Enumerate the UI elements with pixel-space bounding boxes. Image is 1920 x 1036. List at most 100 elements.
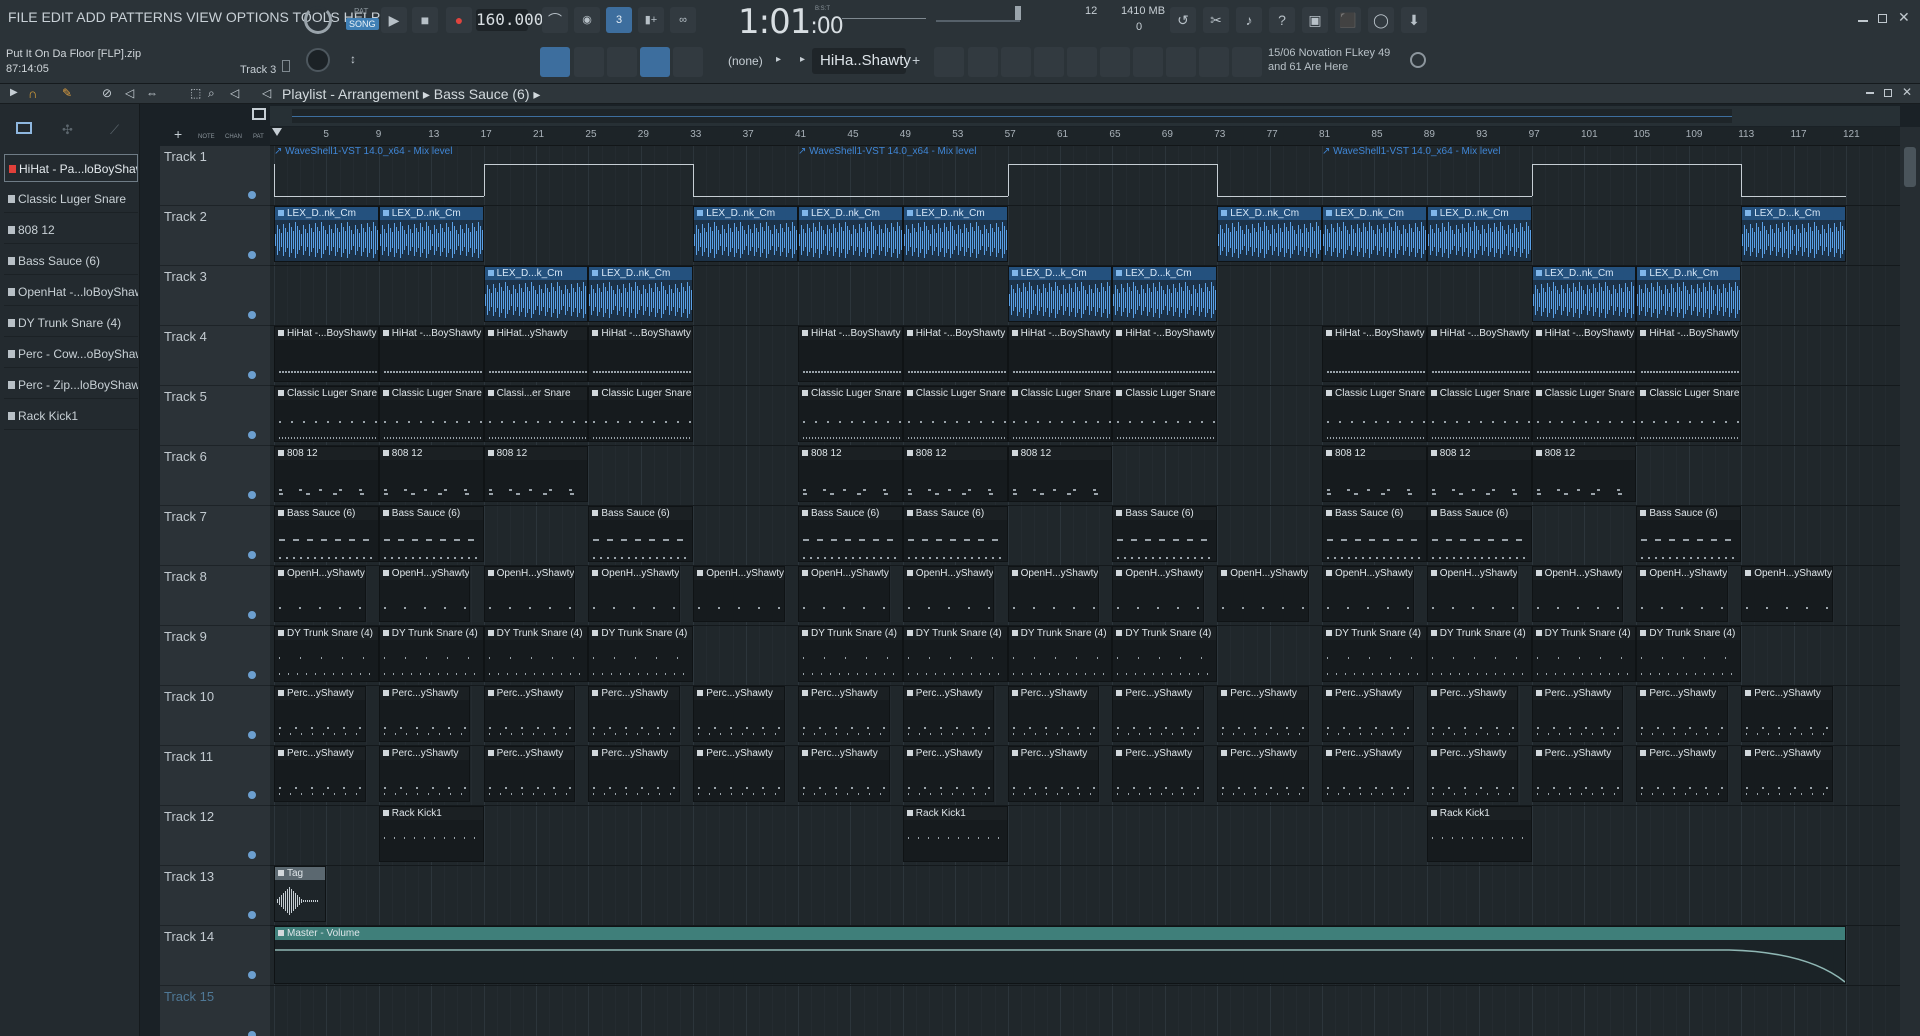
master-volume-automation-clip[interactable]: Master - Volume — [274, 926, 1846, 984]
automation-clip[interactable]: ↗ WaveShell1-VST 14.0_x64 - Mix level — [274, 146, 452, 159]
menu-options[interactable]: OPTIONS — [226, 9, 289, 25]
pattern-item[interactable]: DY Trunk Snare (4) — [4, 309, 138, 337]
channel-rack-icon[interactable] — [934, 47, 964, 77]
paint-tool-icon[interactable]: ✎ — [62, 86, 72, 100]
pattern-clip[interactable]: HiHat -...BoyShawty — [1007, 326, 1113, 382]
track-header[interactable]: Track 6 — [160, 446, 270, 506]
knob-icon[interactable] — [306, 48, 330, 72]
pattern-clip[interactable]: Perc...yShawty — [693, 746, 785, 802]
track-header[interactable]: Track 8 — [160, 566, 270, 626]
globe-icon[interactable] — [1410, 52, 1426, 68]
pattern-selector[interactable]: HiHa..Shawty — [812, 48, 911, 74]
track-header[interactable]: Track 2 — [160, 206, 270, 266]
pattern-clip[interactable]: Perc...yShawty — [1426, 686, 1519, 742]
menu-view[interactable]: VIEW — [186, 9, 222, 25]
snap-pat-label[interactable]: PAT — [253, 134, 264, 140]
select-tool-icon[interactable]: ⬚ — [190, 86, 201, 100]
pattern-clip[interactable]: 808 12 — [798, 446, 903, 502]
mute-tool-icon[interactable]: ◁ — [125, 86, 134, 100]
tag-audio-clip[interactable]: Tag — [274, 866, 326, 922]
audio-clip[interactable]: LEX_D..nk_Cm — [693, 206, 798, 262]
pattern-clip[interactable]: OpenH...yShawty — [902, 566, 995, 622]
render-icon[interactable]: ⬛ — [1335, 7, 1361, 33]
minimize-icon[interactable] — [1858, 20, 1868, 22]
pattern-clip[interactable]: DY Trunk Snare (4) — [1112, 626, 1218, 682]
panel-close-icon[interactable]: ✕ — [1902, 85, 1912, 99]
erase-tool-icon[interactable]: ⊘ — [102, 86, 112, 100]
playhead-marker-icon[interactable] — [272, 128, 282, 136]
pattern-clip[interactable]: 808 12 — [378, 446, 484, 502]
news-hint[interactable]: 15/06 Novation FLkey 49 and 61 Are Here — [1268, 46, 1390, 74]
track-header[interactable]: Track 3 — [160, 266, 270, 326]
pattern-clip[interactable]: Perc...yShawty — [588, 686, 681, 742]
stop-icon[interactable]: ■ — [412, 7, 438, 33]
panel-restore-icon[interactable] — [1884, 89, 1892, 97]
touch-keyboard-icon[interactable] — [1133, 47, 1163, 77]
piano-icon[interactable] — [16, 122, 32, 134]
tempo-display[interactable]: 160.000 — [476, 9, 543, 31]
pattern-clip[interactable]: DY Trunk Snare (4) — [588, 626, 694, 682]
track-mute-led-icon[interactable] — [248, 251, 256, 259]
pattern-clip[interactable]: Perc...yShawty — [1322, 746, 1414, 802]
vertical-scrollbar[interactable] — [1900, 127, 1920, 1036]
pattern-clip[interactable]: HiHat -...BoyShawty — [1322, 326, 1427, 382]
pattern-item[interactable]: 808 12 — [4, 216, 138, 244]
audio-clip[interactable]: LEX_D...k_Cm — [1741, 206, 1846, 262]
pattern-clip[interactable]: DY Trunk Snare (4) — [483, 626, 589, 682]
pattern-item[interactable]: Perc - Cow...oBoyShawty — [4, 340, 138, 368]
pattern-clip[interactable]: HiHat -...BoyShawty — [1636, 326, 1742, 382]
pattern-clip[interactable]: HiHat -...BoyShawty — [1531, 326, 1637, 382]
magnet-icon[interactable]: ∩ — [28, 86, 37, 101]
automation-clip[interactable]: ↗ WaveShell1-VST 14.0_x64 - Mix level — [798, 146, 976, 159]
pattern-clip[interactable]: Classic Luger Snare — [1007, 386, 1113, 442]
pattern-item[interactable]: OpenHat -...loBoyShawty — [4, 278, 138, 306]
playlist-grid[interactable]: ↗ WaveShell1-VST 14.0_x64 - Mix level ↗ W… — [270, 146, 1900, 1036]
pattern-clip[interactable]: Perc...yShawty — [1636, 686, 1729, 742]
pattern-clip[interactable]: Perc...yShawty — [1636, 746, 1729, 802]
pattern-clip[interactable]: Perc...yShawty — [483, 686, 576, 742]
piano-roll-icon[interactable] — [968, 47, 998, 77]
loop-record-icon[interactable]: ∞ — [670, 7, 696, 33]
chat-icon[interactable]: ◯ — [1368, 7, 1394, 33]
pattern-clip[interactable]: Classic Luger Snare — [378, 386, 484, 442]
pattern-clip[interactable]: Bass Sauce (6) — [1112, 506, 1218, 562]
pattern-clip[interactable]: Perc...yShawty — [1741, 746, 1833, 802]
pattern-clip[interactable]: OpenH...yShawty — [483, 566, 576, 622]
pattern-clip[interactable]: OpenH...yShawty — [693, 566, 785, 622]
pattern-clip[interactable]: DY Trunk Snare (4) — [1426, 626, 1532, 682]
audio-clip[interactable]: LEX_D..nk_Cm — [1636, 266, 1742, 322]
pattern-clip[interactable]: Perc...yShawty — [798, 746, 890, 802]
track-header[interactable]: Track 9 — [160, 626, 270, 686]
pattern-clip[interactable]: Perc...yShawty — [1217, 746, 1309, 802]
track-header[interactable]: Track 14 — [160, 926, 270, 986]
plugin-picker-icon[interactable] — [1100, 47, 1130, 77]
snap-chan-label[interactable]: CHAN — [225, 134, 242, 140]
track-header[interactable]: Track 7 — [160, 506, 270, 566]
pattern-clip[interactable]: OpenH...yShawty — [588, 566, 681, 622]
playlist-view-icon[interactable] — [1001, 47, 1031, 77]
pattern-clip[interactable]: 808 12 — [902, 446, 1008, 502]
audio-clip[interactable]: LEX_D...k_Cm — [1007, 266, 1113, 322]
pattern-clip[interactable]: Classic Luger Snare — [274, 386, 379, 442]
pattern-item[interactable]: HiHat - Pa...loBoyShawty — [4, 154, 138, 182]
pattern-clip[interactable]: HiHat -...BoyShawty — [1426, 326, 1532, 382]
pattern-clip[interactable]: Perc...yShawty — [378, 746, 471, 802]
pattern-clip[interactable]: 808 12 — [274, 446, 379, 502]
pattern-clip[interactable]: Perc...yShawty — [1741, 686, 1833, 742]
track-header[interactable]: Track 5 — [160, 386, 270, 446]
pattern-clip[interactable]: Perc...yShawty — [1217, 686, 1309, 742]
play-icon[interactable]: ▶ — [381, 7, 407, 33]
pattern-clip[interactable]: Perc...yShawty — [1112, 746, 1205, 802]
pattern-clip[interactable]: 808 12 — [1322, 446, 1427, 502]
pattern-clip[interactable]: Perc...yShawty — [1426, 746, 1519, 802]
audio-clip[interactable]: LEX_D..nk_Cm — [378, 206, 484, 262]
pattern-clip[interactable]: DY Trunk Snare (4) — [1636, 626, 1742, 682]
audio-clip[interactable]: LEX_D..nk_Cm — [1217, 206, 1322, 262]
pattern-clip[interactable]: 808 12 — [1007, 446, 1113, 502]
pattern-clip[interactable]: OpenH...yShawty — [274, 566, 366, 622]
audio-clip[interactable]: LEX_D..nk_Cm — [1426, 206, 1532, 262]
pattern-clip[interactable]: Bass Sauce (6) — [274, 506, 379, 562]
pattern-clip[interactable]: OpenH...yShawty — [1426, 566, 1519, 622]
playlist-menu-arrow-icon[interactable]: ▶ — [10, 87, 18, 98]
track-mute-led-icon[interactable] — [248, 671, 256, 679]
